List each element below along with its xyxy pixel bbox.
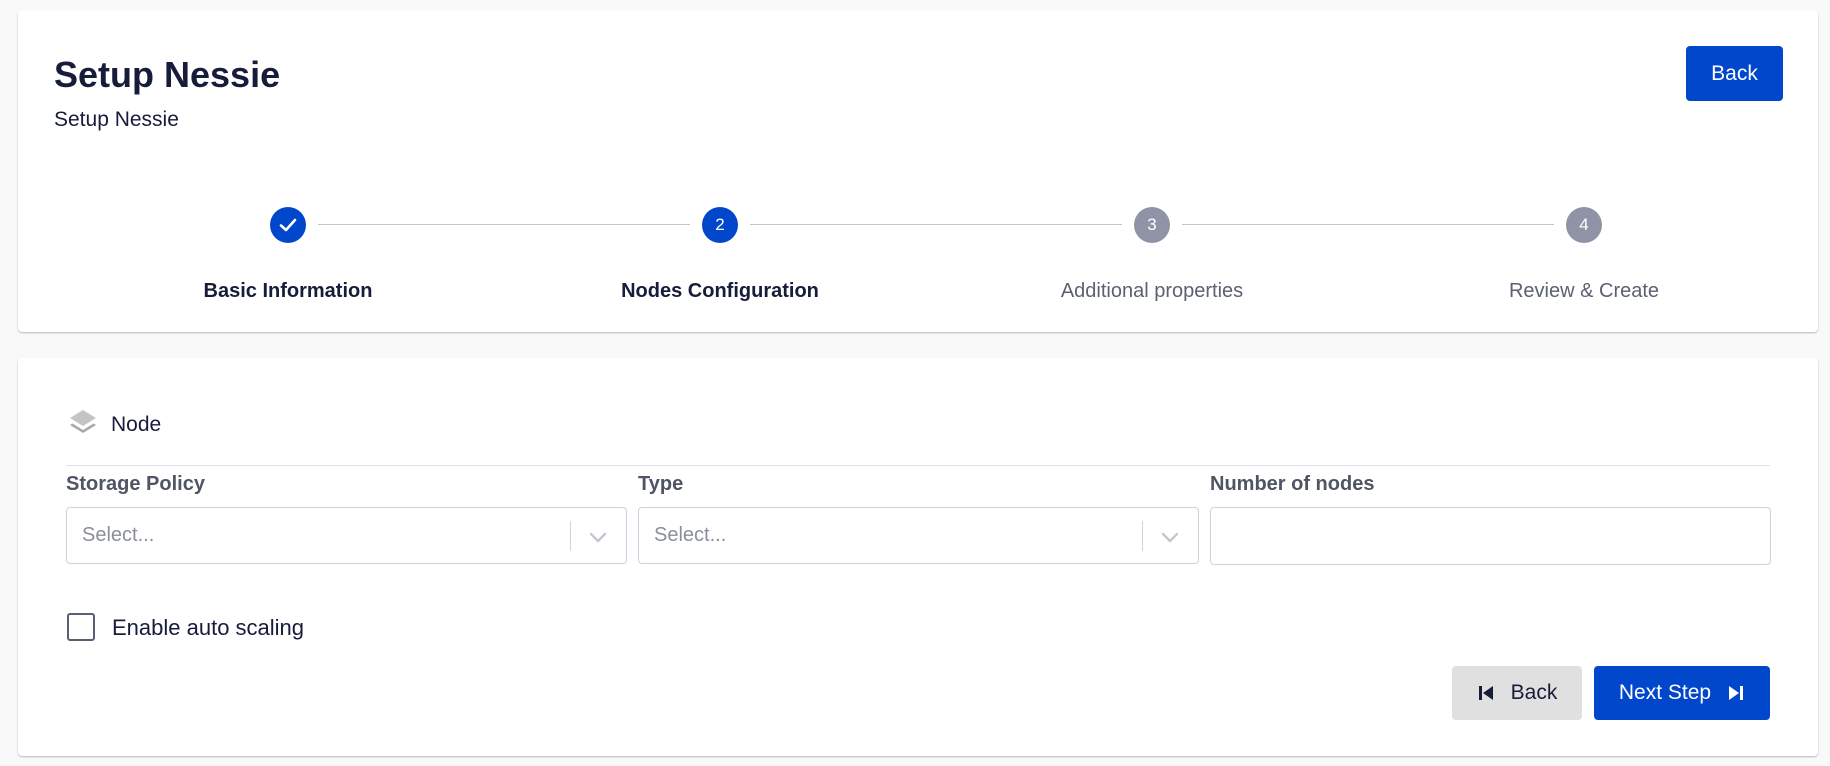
stepper: 2 3 4 Basic Information Nodes Configurat… [18, 10, 1818, 332]
type-placeholder: Select... [654, 524, 727, 546]
layers-icon [70, 410, 96, 433]
auto-scaling-checkbox[interactable] [67, 613, 95, 641]
type-label: Type [638, 473, 684, 495]
footer-back-button[interactable]: Back [1452, 666, 1582, 720]
step-connector [750, 224, 1122, 225]
next-step-label: Next Step [1618, 681, 1712, 704]
step-3-circle[interactable]: 3 [1134, 207, 1170, 243]
step-2-circle[interactable]: 2 [702, 207, 738, 243]
step-3-label: Additional properties [1060, 280, 1244, 302]
section-title: Node [111, 413, 162, 436]
number-of-nodes-label: Number of nodes [1210, 473, 1375, 495]
next-step-button[interactable]: Next Step [1594, 666, 1770, 720]
skip-next-icon [1729, 686, 1744, 700]
footer-back-label: Back [1510, 681, 1558, 704]
storage-policy-label: Storage Policy [66, 473, 205, 495]
number-of-nodes-input[interactable] [1210, 507, 1771, 565]
storage-policy-select[interactable]: Select... [66, 507, 627, 564]
section-divider [66, 465, 1770, 466]
storage-policy-placeholder: Select... [82, 524, 155, 546]
auto-scaling-label[interactable]: Enable auto scaling [112, 615, 304, 641]
select-separator [570, 521, 571, 551]
step-4-label: Review & Create [1508, 280, 1660, 302]
step-connector [318, 224, 690, 225]
setup-header-card: Setup Nessie Setup Nessie Back 2 3 4 Bas… [18, 10, 1818, 332]
step-2-label: Nodes Configuration [621, 280, 819, 302]
step-connector [1182, 224, 1554, 225]
type-select[interactable]: Select... [638, 507, 1199, 564]
chevron-down-icon[interactable] [586, 525, 610, 549]
select-separator [1142, 521, 1143, 551]
step-4-circle[interactable]: 4 [1566, 207, 1602, 243]
chevron-down-icon[interactable] [1158, 525, 1182, 549]
step-1-label: Basic Information [203, 280, 373, 302]
node-configuration-card: Node Storage Policy Select... Type Selec… [18, 358, 1818, 756]
step-1-circle[interactable] [270, 207, 306, 243]
skip-previous-icon [1478, 686, 1493, 700]
checkmark-icon [279, 218, 297, 232]
